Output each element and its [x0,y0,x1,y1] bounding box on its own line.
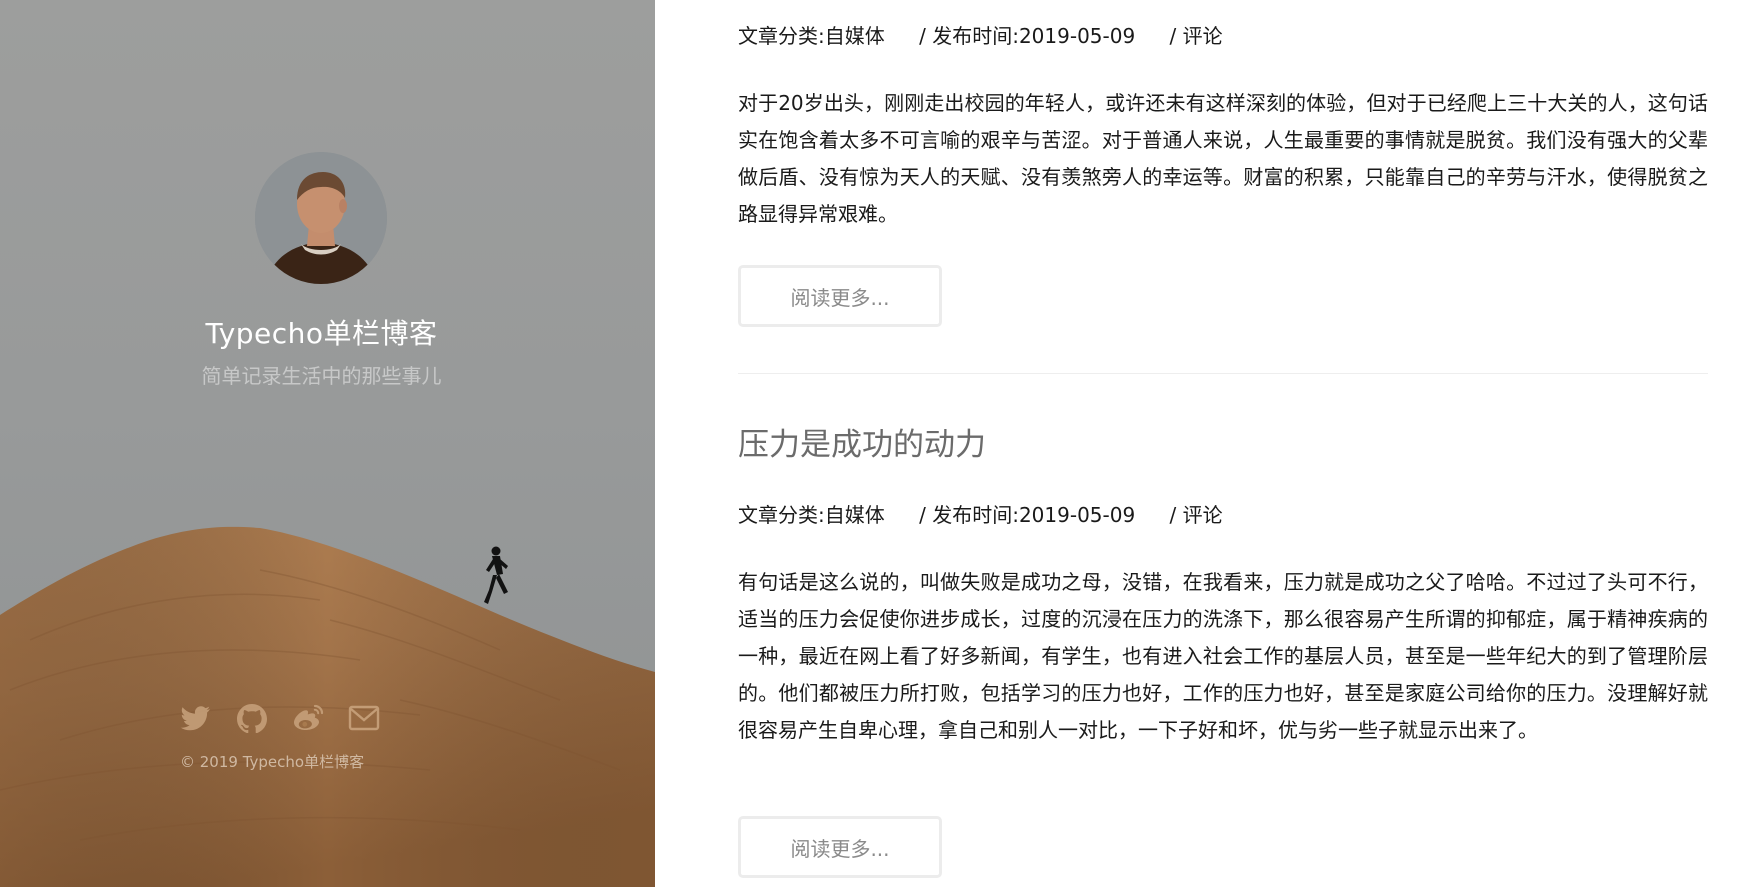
post-title[interactable]: 压力是成功的动力 [738,419,986,464]
comment-link[interactable]: / 评论 [1170,499,1223,528]
mail-link[interactable] [346,700,382,736]
weibo-icon [294,704,324,730]
twitter-link[interactable] [178,700,214,736]
github-link[interactable] [234,700,270,736]
avatar[interactable] [255,152,387,284]
copyright-text: © 2019 Typecho单栏博客 [180,753,365,771]
category-label: 文章分类: [738,24,825,48]
page: Typecho单栏博客 简单记录生活中的那些事儿 © 2019 Typecho单… [0,0,1757,887]
read-more-button[interactable]: 阅读更多... [738,816,942,878]
post-meta: 文章分类:自媒体 / 发布时间:2019-05-09 / 评论 [738,499,1223,528]
post-excerpt: 对于20岁出头，刚刚走出校园的年轻人，或许还未有这样深刻的体验，但对于已经爬上三… [738,91,1708,226]
category-link[interactable]: 自媒体 [825,499,885,528]
mail-icon [348,705,380,731]
weibo-link[interactable] [290,700,326,736]
comment-link[interactable]: / 评论 [1170,20,1223,49]
post-divider [738,373,1708,374]
runner-figure [484,546,508,604]
post-date: 2019-05-09 [1018,503,1136,527]
site-title[interactable]: Typecho单栏博客 [0,312,643,352]
date-label: / 发布时间: [919,503,1019,527]
github-icon [237,704,267,733]
read-more-button[interactable]: 阅读更多... [738,265,942,327]
avatar-image [255,152,387,284]
post-meta: 文章分类:自媒体 / 发布时间:2019-05-09 / 评论 [738,20,1223,49]
site-subtitle: 简单记录生活中的那些事儿 [201,364,442,388]
category-link[interactable]: 自媒体 [825,20,885,49]
twitter-icon [180,706,210,731]
post-list: 文章分类:自媒体 / 发布时间:2019-05-09 / 评论 对于20岁出头，… [738,0,1708,887]
social-links [178,700,382,736]
category-label: 文章分类: [738,503,825,527]
date-label: / 发布时间: [919,24,1019,48]
sidebar: Typecho单栏博客 简单记录生活中的那些事儿 © 2019 Typecho单… [0,0,655,887]
post-excerpt: 有句话是这么说的，叫做失败是成功之母，没错，在我看来，压力就是成功之父了哈哈。不… [738,570,1708,742]
post-date: 2019-05-09 [1018,24,1136,48]
